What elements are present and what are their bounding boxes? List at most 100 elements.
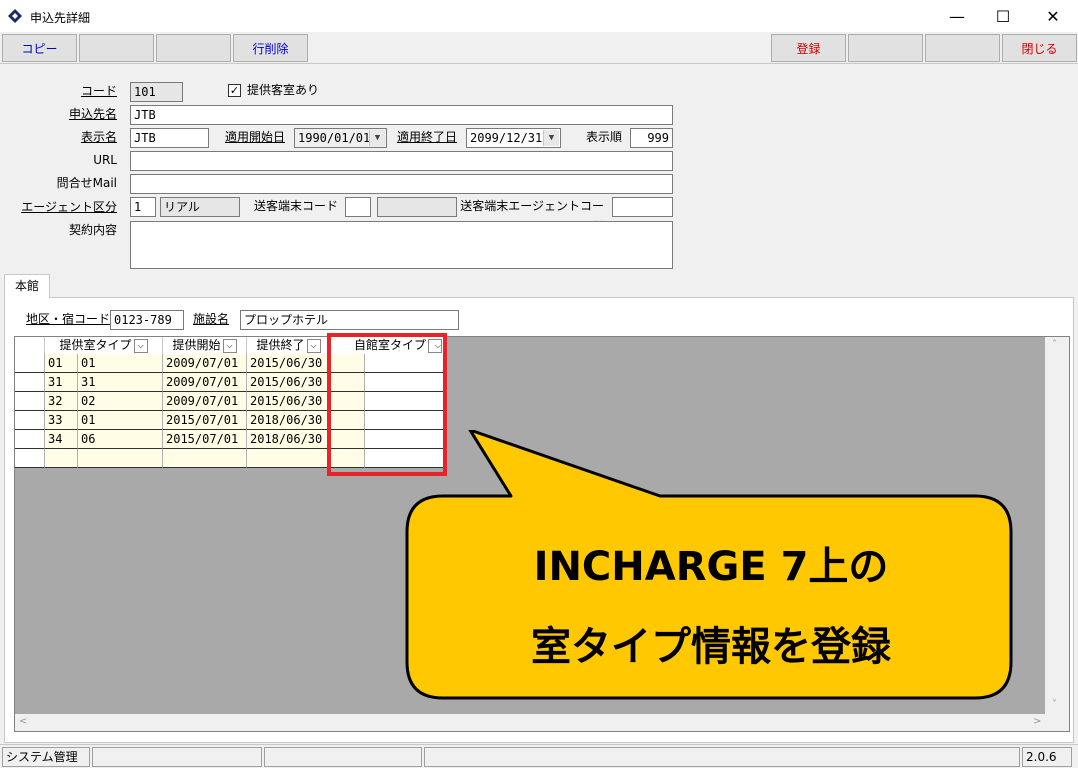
register-button[interactable]: 登録 [771,34,846,62]
terminal-code-label: 送客端末コード [253,199,338,213]
grid-cell[interactable]: 2009/07/01 [163,354,247,373]
grid-cell[interactable]: 2015/07/01 [163,430,247,449]
grid-header-end[interactable]: 提供終了 ⌵ [247,337,331,354]
delete-row-button[interactable]: 行削除 [233,34,308,62]
facility-name-label: 施設名 [193,312,230,326]
toolbar-empty-button-4[interactable] [925,34,1000,62]
applicant-name-field[interactable]: JTB [130,105,673,125]
contact-mail-field[interactable] [130,174,673,194]
grid-cell[interactable]: 01 [45,354,78,373]
contract-label: 契約内容 [68,223,117,237]
horizontal-scrollbar[interactable]: < > [15,714,1069,731]
grid-cell[interactable]: 2009/07/01 [163,373,247,392]
toolbar-empty-button-3[interactable] [848,34,923,62]
grid-cell[interactable]: 2018/06/30 [247,430,331,449]
display-name-label: 表示名 [80,130,117,144]
start-date-dropdown-icon[interactable]: ▼ [369,130,385,146]
start-date-label: 適用開始日 [224,130,285,144]
copy-button[interactable]: コピー [2,34,77,62]
close-button[interactable]: 閉じる [1002,34,1077,62]
agent-category-name-field: リアル [160,197,240,217]
grid-header-start[interactable]: 提供開始 ⌵ [163,337,247,354]
callout-line-2: 室タイプ情報を登録 [531,624,891,670]
end-date-label: 適用終了日 [396,130,457,144]
contact-mail-label: 問合せMail [56,176,117,190]
end-date-dropdown-icon[interactable]: ▼ [543,130,559,146]
end-date-value: 2099/12/31 [470,131,543,145]
scroll-down-icon[interactable]: ˅ [1052,699,1057,710]
app-logo-icon [8,9,22,23]
end-date-field[interactable]: 2099/12/31 ▼ [466,128,561,148]
grid-cell[interactable]: 31 [45,373,78,392]
grid-cell[interactable]: 33 [45,411,78,430]
close-window-button[interactable]: ✕ [1030,0,1076,32]
grid-corner [15,337,45,354]
status-bar: システム管理者 2.0.6 [0,744,1078,768]
grid-cell[interactable]: 2018/06/30 [247,411,331,430]
grid-cell[interactable]: 32 [45,392,78,411]
code-field[interactable]: 101 [130,82,183,102]
grid-header-label: 提供開始 [172,338,221,352]
chevron-down-icon[interactable]: ⌵ [222,338,237,353]
grid-cell[interactable]: 06 [78,430,163,449]
status-panel-2 [92,747,262,767]
provide-rooms-label: 提供客室あり [247,83,320,97]
callout-annotation: INCHARGE 7上の 室タイプ情報を登録 [405,430,1017,702]
url-field[interactable] [130,151,673,171]
grid-cell[interactable]: 2015/06/30 [247,354,331,373]
toolbar-empty-button-1[interactable] [79,34,154,62]
scroll-left-icon[interactable]: < [19,716,27,727]
toolbar-empty-button-2[interactable] [156,34,231,62]
agent-category-code-field[interactable]: 1 [130,197,156,217]
applicant-name-label: 申込先名 [68,107,117,121]
grid-cell[interactable] [247,449,331,468]
terminal-name-field [377,197,457,217]
code-label: コード [80,84,117,98]
chevron-down-icon[interactable]: ⌵ [306,338,321,353]
provide-rooms-checkbox[interactable]: ✓ [228,84,241,97]
title-bar: 申込先詳細 — ☐ ✕ [0,0,1078,32]
display-order-label: 表示順 [585,130,622,144]
vertical-scrollbar[interactable]: ˄ ˅ [1045,337,1069,715]
contract-field[interactable] [130,221,673,269]
grid-header-label: 提供室タイプ [59,338,132,352]
terminal-agent-code-label: 送客端末エージェントコード [460,199,604,233]
grid-cell[interactable] [45,449,78,468]
url-label: URL [93,153,117,167]
tab-main-building[interactable]: 本館 [4,274,50,298]
grid-cell[interactable] [163,449,247,468]
window-title: 申込先詳細 [30,11,91,25]
display-order-field[interactable]: 999 [630,128,673,148]
grid-cell[interactable]: 02 [78,392,163,411]
start-date-field[interactable]: 1990/01/01 ▼ [294,128,387,148]
grid-cell[interactable]: 2015/06/30 [247,373,331,392]
grid-header-label: 提供終了 [256,338,305,352]
area-code-field[interactable]: 0123-789 [110,310,184,330]
grid-cell[interactable]: 34 [45,430,78,449]
toolbar: コピー 行削除 登録 閉じる [0,32,1078,64]
grid-header-room-type[interactable]: 提供室タイプ ⌵ [45,337,163,354]
terminal-agent-code-field[interactable] [612,197,673,217]
grid-cell[interactable]: 2009/07/01 [163,392,247,411]
scroll-up-icon[interactable]: ˄ [1052,339,1057,350]
agent-category-label: エージェント区分 [21,200,117,214]
maximize-button[interactable]: ☐ [980,0,1026,32]
grid-cell[interactable]: 2015/07/01 [163,411,247,430]
grid-cell[interactable]: 31 [78,373,163,392]
grid-cell[interactable]: 2015/06/30 [247,392,331,411]
grid-cell[interactable]: 01 [78,411,163,430]
grid-cell[interactable] [78,449,163,468]
start-date-value: 1990/01/01 [298,131,371,145]
minimize-button[interactable]: — [934,0,980,32]
status-panel-3 [264,747,422,767]
status-user: システム管理者 [2,747,90,767]
scroll-right-icon[interactable]: > [1033,716,1041,727]
facility-name-field[interactable]: プロップホテル [240,310,459,330]
status-version: 2.0.6 [1022,747,1072,767]
display-name-field[interactable]: JTB [130,128,209,148]
grid-cell[interactable]: 01 [78,354,163,373]
chevron-down-icon[interactable]: ⌵ [133,338,148,353]
terminal-code-field[interactable] [345,197,371,217]
area-code-label: 地区・宿コード [26,312,111,326]
callout-line-1: INCHARGE 7上の [533,544,889,590]
